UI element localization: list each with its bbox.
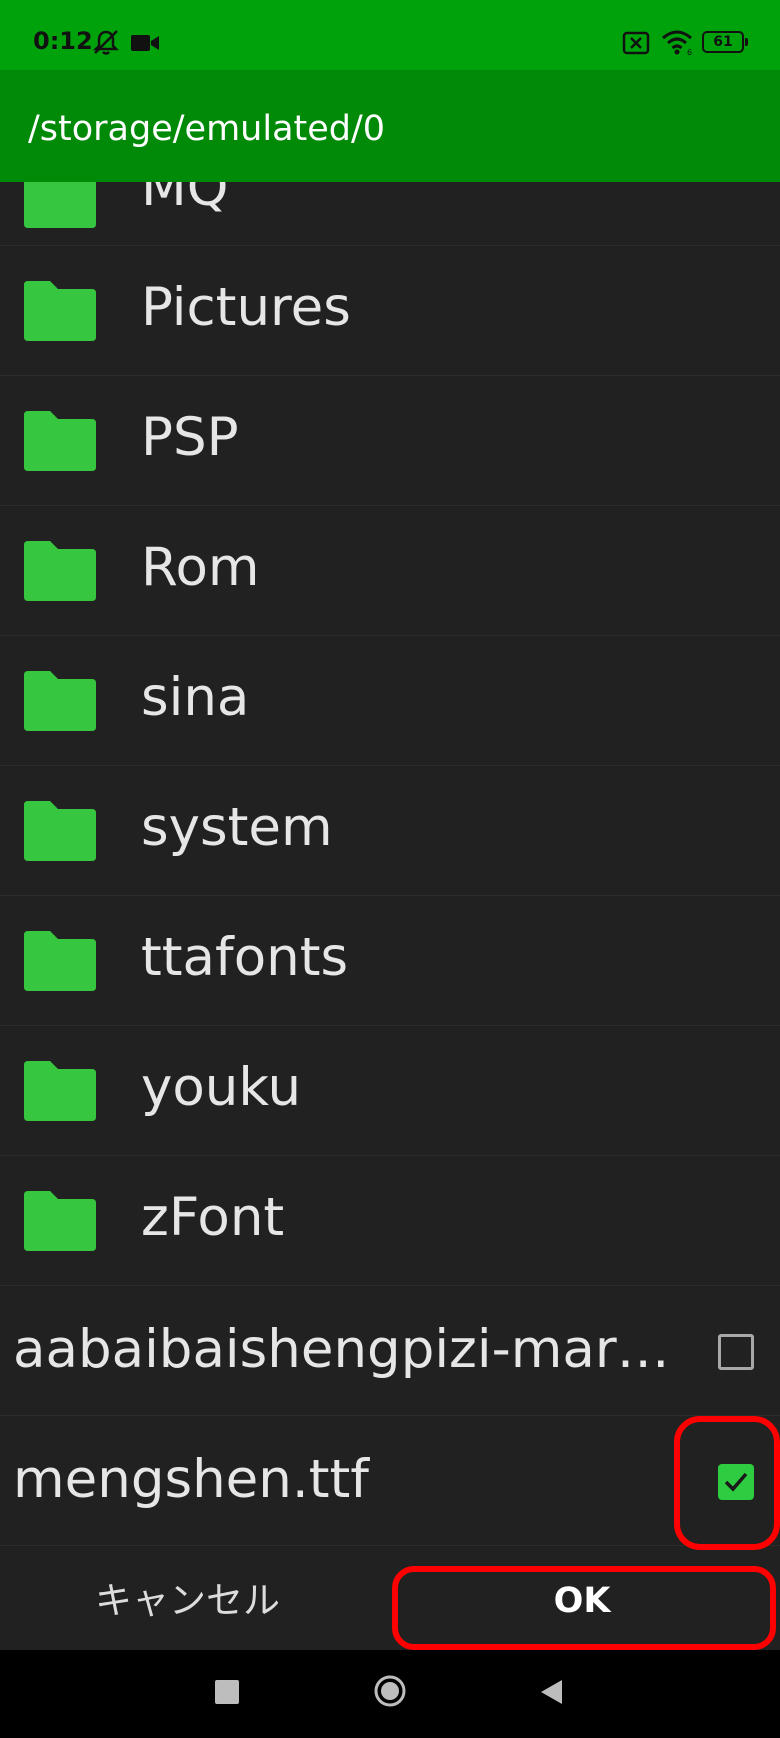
folder-name: Rom — [141, 537, 260, 598]
battery-icon: 61 — [702, 31, 748, 53]
current-path: /storage/emulated/0 — [28, 109, 386, 149]
folder-row[interactable]: PSP — [0, 376, 780, 506]
file-name: mengshen.ttf — [13, 1449, 369, 1510]
folder-row[interactable]: sina — [0, 636, 780, 766]
folder-icon — [24, 671, 96, 731]
status-time: 0:12 — [33, 27, 93, 55]
folder-name: system — [141, 797, 333, 858]
file-row[interactable]: mengshen.ttf — [0, 1416, 780, 1546]
screen: 0:12 6 61 /storage/emulated/0 MQ Picture… — [0, 0, 780, 1738]
folder-name: Pictures — [141, 277, 351, 338]
file-name: aabaibaishengpizi-mar… — [13, 1319, 670, 1380]
folder-name: MQ — [141, 182, 229, 218]
folder-name: ttafonts — [141, 927, 349, 988]
folder-row[interactable]: MQ — [0, 182, 780, 246]
file-checkbox-checked[interactable] — [718, 1464, 754, 1500]
folder-row[interactable]: Pictures — [0, 246, 780, 376]
folder-row[interactable]: ttafonts — [0, 896, 780, 1026]
wifi-icon: 6 — [662, 30, 692, 56]
folder-row[interactable]: youku — [0, 1026, 780, 1156]
folder-icon — [24, 1061, 96, 1121]
status-bar: 0:12 6 61 — [0, 0, 780, 70]
folder-row[interactable]: zFont — [0, 1156, 780, 1286]
folder-icon — [24, 182, 96, 228]
folder-row[interactable]: Rom — [0, 506, 780, 636]
video-camera-icon — [131, 35, 159, 51]
folder-name: sina — [141, 667, 250, 728]
svg-text:6: 6 — [687, 48, 692, 56]
dialog-button-bar: キャンセル OK — [0, 1556, 780, 1650]
back-icon[interactable] — [538, 1678, 564, 1706]
folder-icon — [24, 411, 96, 471]
folder-icon — [24, 801, 96, 861]
folder-row[interactable]: system — [0, 766, 780, 896]
folder-icon — [24, 281, 96, 341]
cancel-button[interactable]: キャンセル — [95, 1578, 280, 1624]
folder-icon — [24, 931, 96, 991]
file-list[interactable]: MQ Pictures PSP Rom sina system ttafonts… — [0, 182, 780, 1556]
folder-name: zFont — [141, 1187, 285, 1248]
folder-icon — [24, 541, 96, 601]
folder-name: youku — [141, 1057, 302, 1118]
home-icon[interactable] — [373, 1674, 407, 1708]
sim-off-icon — [622, 31, 650, 55]
recents-icon[interactable] — [215, 1680, 239, 1704]
folder-icon — [24, 1191, 96, 1251]
navigation-bar — [0, 1650, 780, 1738]
checkmark-icon — [724, 1472, 748, 1492]
folder-name: PSP — [141, 407, 239, 468]
file-checkbox[interactable] — [718, 1334, 754, 1370]
bell-off-icon — [92, 30, 120, 55]
title-bar: /storage/emulated/0 — [0, 70, 780, 182]
file-row[interactable]: aabaibaishengpizi-mar… — [0, 1286, 780, 1416]
ok-button[interactable]: OK — [400, 1574, 764, 1628]
